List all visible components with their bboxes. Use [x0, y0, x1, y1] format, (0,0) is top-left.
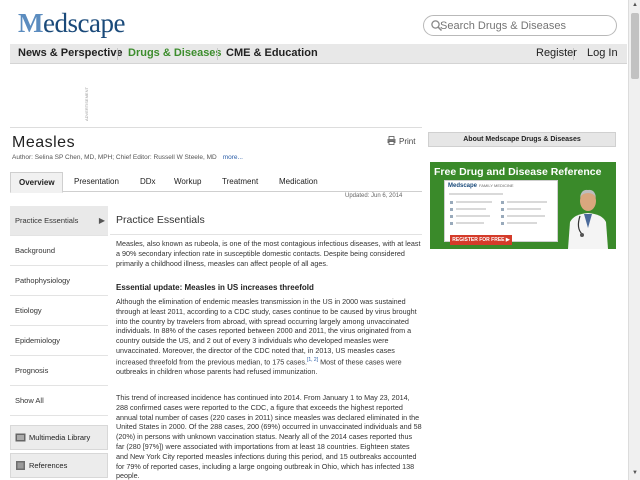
- scroll-up-icon[interactable]: ▲: [630, 0, 640, 11]
- tab-workup[interactable]: Workup: [166, 172, 209, 192]
- promo-line: [507, 201, 547, 203]
- promo-bullet: [450, 208, 453, 211]
- nav-drugs-diseases[interactable]: Drugs & Diseases: [128, 47, 222, 59]
- login-link[interactable]: Log In: [587, 47, 618, 59]
- book-icon: [16, 461, 25, 470]
- promo-line: [449, 193, 503, 195]
- about-drugs-diseases-button[interactable]: About Medscape Drugs & Diseases: [428, 132, 616, 147]
- promo-line: [456, 215, 490, 217]
- sidebar-item-show-all[interactable]: Show All: [10, 386, 108, 416]
- promo-bullet: [450, 201, 453, 204]
- article-tabs: Overview Presentation DDx Workup Treatme…: [10, 172, 422, 193]
- references-button[interactable]: References: [10, 453, 108, 478]
- print-label: Print: [399, 137, 416, 146]
- tab-overview[interactable]: Overview: [10, 172, 63, 193]
- promo-title: Free Drug and Disease Reference: [434, 166, 602, 178]
- page-scrollbar[interactable]: ▲ ▼: [628, 0, 640, 480]
- promo-screen-header: Medscape FAMILY MEDICINE: [448, 183, 514, 189]
- promo-line: [456, 208, 486, 210]
- divider: [10, 127, 422, 128]
- sidebar-item-prognosis[interactable]: Prognosis: [10, 356, 108, 386]
- nav-divider: [217, 48, 218, 60]
- promo-bullet: [501, 222, 504, 225]
- update-paragraph-text: Although the elimination of endemic meas…: [116, 297, 417, 367]
- promo-bullet: [501, 215, 504, 218]
- tab-presentation[interactable]: Presentation: [66, 172, 127, 192]
- site-header: Medscape: [0, 0, 628, 44]
- author-text: Author: Selina SP Chen, MD, MPH; Chief E…: [12, 154, 217, 161]
- sidebar-item-epidemiology[interactable]: Epidemiology: [10, 326, 108, 356]
- section-heading: Practice Essentials: [116, 214, 205, 226]
- tab-treatment[interactable]: Treatment: [214, 172, 266, 192]
- promo-line: [456, 201, 492, 203]
- search-box[interactable]: [423, 15, 617, 36]
- essential-update-heading: Essential update: Measles in US increase…: [116, 283, 314, 292]
- divider: [110, 234, 422, 235]
- promo-line: [507, 215, 545, 217]
- promo-line: [507, 208, 541, 210]
- main-nav: News & Perspective Drugs & Diseases CME …: [10, 44, 627, 64]
- register-link[interactable]: Register: [536, 47, 577, 59]
- nav-divider: [117, 48, 118, 60]
- promo-bullet: [450, 215, 453, 218]
- search-input[interactable]: [440, 17, 612, 34]
- promo-screen-brand: Medscape: [448, 183, 478, 189]
- media-icon: [15, 433, 26, 442]
- scroll-thumb[interactable]: [631, 13, 639, 79]
- promo-bullet: [501, 201, 504, 204]
- tool-label: Multimedia Library: [29, 433, 91, 442]
- author-line: Author: Selina SP Chen, MD, MPH; Chief E…: [12, 154, 243, 161]
- promo-bullet: [450, 222, 453, 225]
- tool-label: References: [29, 461, 68, 470]
- print-button[interactable]: Print: [387, 136, 415, 146]
- tab-ddx[interactable]: DDx: [132, 172, 164, 192]
- more-authors-link[interactable]: more...: [223, 154, 243, 161]
- nav-divider: [573, 48, 574, 60]
- sidebar-item-practice-essentials[interactable]: Practice Essentials ▶: [10, 206, 108, 236]
- sidebar-item-background[interactable]: Background: [10, 236, 108, 266]
- promo-line: [456, 222, 484, 224]
- multimedia-library-button[interactable]: Multimedia Library: [10, 425, 108, 450]
- promo-bullet: [501, 208, 504, 211]
- logo-initial: M: [18, 8, 43, 38]
- promo-banner[interactable]: Free Drug and Disease Reference Medscape…: [430, 162, 616, 249]
- promo-screenshot: Medscape FAMILY MEDICINE: [444, 180, 558, 242]
- advertisement-label: ADVERTISEMENT: [84, 87, 89, 121]
- logo-rest: edscape: [42, 8, 125, 38]
- promo-screen-sub: FAMILY MEDICINE: [479, 183, 514, 188]
- page-title: Measles: [12, 134, 76, 151]
- update-paragraph: Although the elimination of endemic meas…: [116, 297, 422, 377]
- scroll-down-icon[interactable]: ▼: [630, 468, 640, 479]
- nav-cme-education[interactable]: CME & Education: [226, 47, 318, 59]
- triangle-right-icon: ▶: [98, 216, 105, 225]
- register-free-button[interactable]: REGISTER FOR FREE ▶: [450, 235, 512, 245]
- nav-news-perspective[interactable]: News & Perspective: [18, 47, 123, 59]
- intro-paragraph: Measles, also known as rubeola, is one o…: [116, 239, 421, 268]
- sidebar-item-etiology[interactable]: Etiology: [10, 296, 108, 326]
- reference-link[interactable]: [1, 2]: [307, 357, 318, 363]
- promo-line: [507, 222, 537, 224]
- incidence-paragraph: This trend of increased incidence has co…: [116, 393, 422, 480]
- sidebar-item-pathophysiology[interactable]: Pathophysiology: [10, 266, 108, 296]
- sidebar-item-label: Practice Essentials: [15, 216, 79, 225]
- doctor-image: [560, 180, 616, 249]
- updated-date: Updated: Jun 6, 2014: [345, 193, 403, 199]
- printer-icon: [387, 136, 396, 145]
- tab-medication[interactable]: Medication: [271, 172, 326, 192]
- medscape-logo[interactable]: Medscape: [18, 8, 125, 39]
